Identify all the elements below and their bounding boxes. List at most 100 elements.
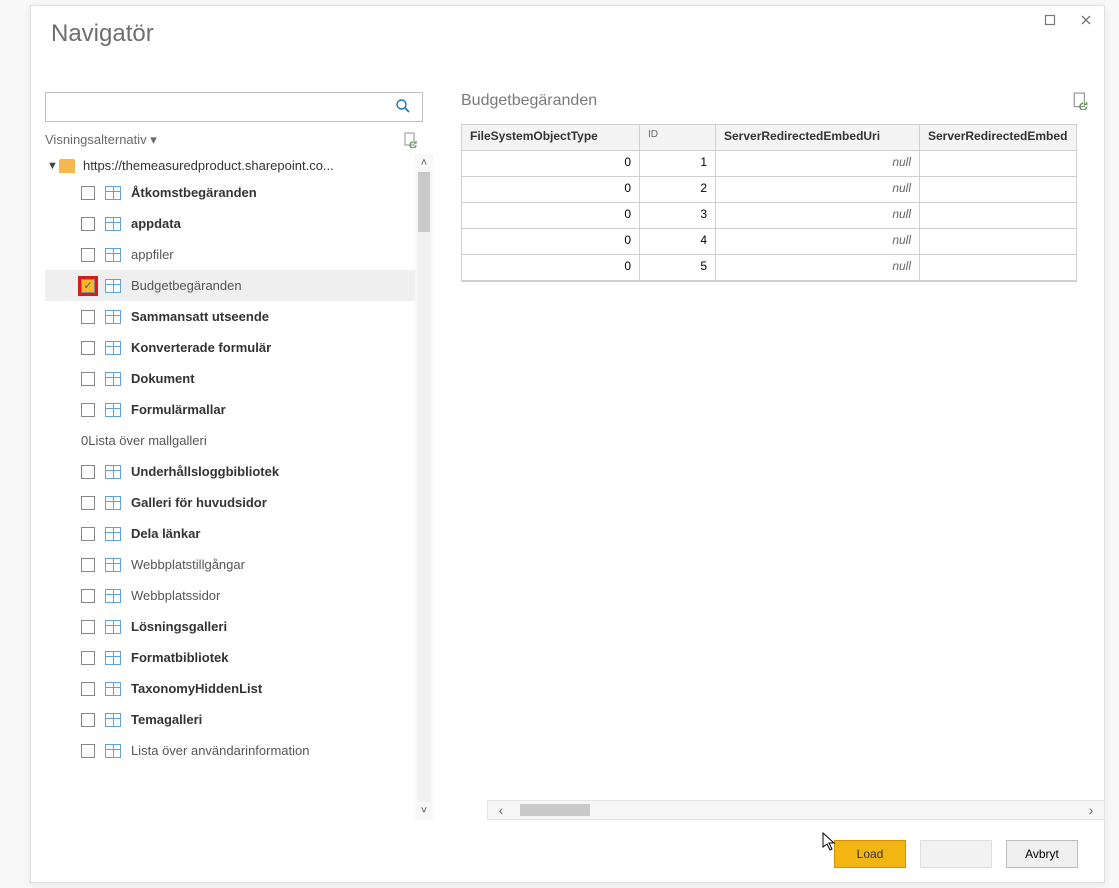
- tree-item[interactable]: Underhållsloggbibliotek: [45, 456, 415, 487]
- grid-cell: 1: [640, 151, 716, 177]
- grid-cell: [920, 151, 1076, 177]
- tree-item-checkbox[interactable]: ✓: [81, 279, 95, 293]
- table-icon: [105, 682, 121, 696]
- table-icon: [105, 403, 121, 417]
- tree-item-label: Lista över användarinformation: [131, 743, 415, 758]
- tree-item-checkbox[interactable]: [81, 341, 95, 355]
- tree-item-checkbox[interactable]: [81, 310, 95, 324]
- tree-item[interactable]: Galleri för huvudsidor: [45, 487, 415, 518]
- grid-cell: 0: [462, 229, 640, 255]
- preview-grid: FileSystemObjectType ID ServerRedirected…: [461, 124, 1077, 282]
- grid-row[interactable]: 02null: [462, 177, 1076, 203]
- search-icon[interactable]: [395, 98, 411, 114]
- grid-cell: 0: [462, 255, 640, 281]
- dialog-body: Visningsalternativ ▾ ▼ https://themeasur…: [31, 92, 1094, 820]
- grid-cell: 4: [640, 229, 716, 255]
- col-header[interactable]: ServerRedirectedEmbedUri: [716, 125, 920, 151]
- preview-panel: Budgetbegäranden FileSystemObjectType ID…: [429, 92, 1094, 820]
- col-header[interactable]: FileSystemObjectType: [462, 125, 640, 151]
- grid-row[interactable]: 04null: [462, 229, 1076, 255]
- tree-item-checkbox[interactable]: [81, 589, 95, 603]
- grid-cell: null: [716, 203, 920, 229]
- tree-item-checkbox[interactable]: [81, 186, 95, 200]
- table-icon: [105, 186, 121, 200]
- tree-item[interactable]: appfiler: [45, 239, 415, 270]
- tree-item[interactable]: Webbplatstillgångar: [45, 549, 415, 580]
- tree-item-label: Åtkomstbegäranden: [131, 185, 415, 200]
- grid-cell: [920, 177, 1076, 203]
- hscroll-thumb[interactable]: [520, 804, 590, 816]
- maximize-button[interactable]: [1032, 6, 1068, 34]
- collapse-caret-icon[interactable]: ▼: [47, 160, 59, 172]
- table-icon: [105, 651, 121, 665]
- tree-item-checkbox[interactable]: [81, 682, 95, 696]
- tree-item[interactable]: Temagalleri: [45, 704, 415, 735]
- search-input[interactable]: [45, 92, 423, 122]
- close-button[interactable]: [1068, 6, 1104, 34]
- grid-cell: null: [716, 255, 920, 281]
- tree-item[interactable]: Dela länkar: [45, 518, 415, 549]
- tree-item-checkbox[interactable]: [81, 651, 95, 665]
- tree-item-checkbox[interactable]: [81, 248, 95, 262]
- tree-scroll-area[interactable]: ▼ https://themeasuredproduct.sharepoint.…: [45, 154, 433, 820]
- grid-row[interactable]: 01null: [462, 151, 1076, 177]
- scroll-track[interactable]: [418, 172, 430, 802]
- tree-item-checkbox[interactable]: [81, 558, 95, 572]
- preview-horizontal-scrollbar[interactable]: ‹ ›: [487, 800, 1105, 820]
- tree-item-checkbox[interactable]: [81, 744, 95, 758]
- grid-cell: null: [716, 151, 920, 177]
- tree-item[interactable]: Webbplatssidor: [45, 580, 415, 611]
- tree-item-checkbox[interactable]: [81, 527, 95, 541]
- table-icon: [105, 310, 121, 324]
- tree-item[interactable]: Sammansatt utseende: [45, 301, 415, 332]
- table-icon: [105, 248, 121, 262]
- tree-item[interactable]: ✓ Budgetbegäranden: [45, 270, 415, 301]
- tree-item[interactable]: Formatbibliotek: [45, 642, 415, 673]
- tree-item-checkbox[interactable]: [81, 620, 95, 634]
- grid-cell: [920, 229, 1076, 255]
- grid-header-row: FileSystemObjectType ID ServerRedirected…: [462, 125, 1076, 151]
- table-icon: [105, 527, 121, 541]
- scroll-right-icon[interactable]: ›: [1078, 802, 1104, 818]
- load-button[interactable]: Load: [834, 840, 906, 868]
- tree-root[interactable]: ▼ https://themeasuredproduct.sharepoint.…: [45, 154, 415, 177]
- scroll-thumb[interactable]: [418, 172, 430, 232]
- col-header[interactable]: ID: [640, 125, 716, 151]
- tree-item[interactable]: Konverterade formulär: [45, 332, 415, 363]
- folder-icon: [59, 159, 75, 173]
- table-icon: [105, 217, 121, 231]
- cancel-button[interactable]: Avbryt: [1006, 840, 1078, 868]
- tree-item-checkbox[interactable]: [81, 372, 95, 386]
- tree-item[interactable]: TaxonomyHiddenList: [45, 673, 415, 704]
- scroll-up-icon[interactable]: ˄: [415, 154, 433, 172]
- hscroll-track[interactable]: [514, 804, 1078, 816]
- tree-item-checkbox[interactable]: [81, 465, 95, 479]
- tree-vertical-scrollbar[interactable]: ˄ ˅: [415, 154, 433, 820]
- tree-item-checkbox[interactable]: [81, 496, 95, 510]
- table-icon: [105, 713, 121, 727]
- tree-item[interactable]: 0Lista över mallgalleri: [45, 425, 415, 456]
- col-header[interactable]: ServerRedirectedEmbed: [920, 125, 1076, 151]
- tree-item[interactable]: Åtkomstbegäranden: [45, 177, 415, 208]
- scroll-left-icon[interactable]: ‹: [488, 802, 514, 818]
- table-icon: [105, 620, 121, 634]
- tree-item[interactable]: Dokument: [45, 363, 415, 394]
- preview-refresh-icon[interactable]: [1072, 92, 1090, 110]
- source-tree: ▼ https://themeasuredproduct.sharepoint.…: [45, 154, 433, 820]
- tree-item-checkbox[interactable]: [81, 403, 95, 417]
- tree-item[interactable]: Lösningsgalleri: [45, 611, 415, 642]
- tree-item-checkbox[interactable]: [81, 217, 95, 231]
- scroll-down-icon[interactable]: ˅: [415, 802, 433, 820]
- tree-item-label: Webbplatssidor: [131, 588, 415, 603]
- tree-item[interactable]: Formulärmallar: [45, 394, 415, 425]
- tree-item-checkbox[interactable]: [81, 713, 95, 727]
- grid-row[interactable]: 03null: [462, 203, 1076, 229]
- tree-item[interactable]: appdata: [45, 208, 415, 239]
- refresh-icon[interactable]: [403, 132, 419, 148]
- tree-item[interactable]: Lista över användarinformation: [45, 735, 415, 766]
- grid-cell: 2: [640, 177, 716, 203]
- tree-item-label: Budgetbegäranden: [131, 278, 415, 293]
- view-options-dropdown[interactable]: Visningsalternativ ▾: [45, 132, 157, 148]
- grid-row[interactable]: 05null: [462, 255, 1076, 281]
- tree-item-label: Lösningsgalleri: [131, 619, 415, 634]
